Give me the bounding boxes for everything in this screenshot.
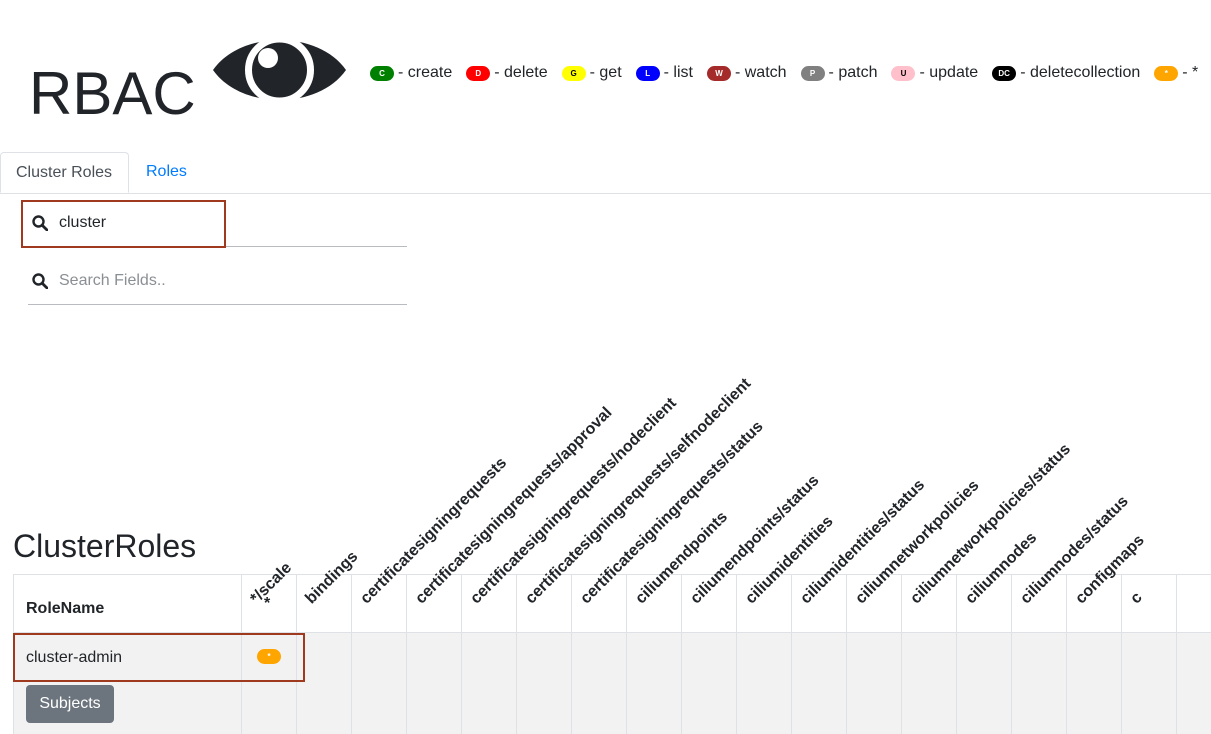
column-divider <box>461 574 462 734</box>
column-divider <box>1011 574 1012 734</box>
column-divider <box>681 574 682 734</box>
legend-label: - delete <box>494 64 548 81</box>
legend-item: U- update <box>891 64 978 82</box>
legend-label: - watch <box>734 64 787 81</box>
legend-badge: U <box>891 65 916 81</box>
legend-item: DC - deletecollection <box>992 64 1140 82</box>
legend-badge: D <box>466 65 491 81</box>
legend-item: W- watch <box>706 64 787 82</box>
legend-badge: P <box>800 65 825 81</box>
column-divider <box>736 574 737 734</box>
column-divider <box>626 574 627 734</box>
section-heading: ClusterRoles <box>13 528 197 564</box>
column-divider <box>901 574 902 734</box>
column-divider <box>1066 574 1067 734</box>
legend-badge: W <box>706 65 731 81</box>
legend-badge: C <box>370 65 394 81</box>
tab-cluster-roles[interactable]: Cluster Roles <box>0 152 129 193</box>
column-divider <box>406 574 407 734</box>
column-divider <box>956 574 957 734</box>
fields-search-input[interactable]: Search Fields.. <box>28 258 407 305</box>
legend-badge: L <box>635 65 660 81</box>
legend-item: G- get <box>561 64 622 82</box>
fields-search-placeholder: Search Fields.. <box>59 272 166 289</box>
legend-badge: DC <box>992 65 1017 81</box>
legend-item: C- create <box>370 64 452 82</box>
tab-roles[interactable]: Roles <box>131 152 202 193</box>
legend-item: * - * <box>1154 64 1198 82</box>
column-divider <box>1176 574 1177 734</box>
search-icon <box>32 273 49 294</box>
app-title: RBAC <box>29 60 196 127</box>
legend-label: - * <box>1182 64 1199 81</box>
legend-badge: * <box>1154 65 1179 81</box>
legend-item: D- delete <box>466 64 548 82</box>
row-highlight-box <box>13 633 305 682</box>
column-divider <box>571 574 572 734</box>
legend-label: - get <box>589 64 622 81</box>
legend-badge: G <box>561 65 586 81</box>
rolename-header: RoleName <box>26 600 105 617</box>
column-divider <box>846 574 847 734</box>
legend-label: - list <box>663 64 693 81</box>
verb-legend: C- create D - delete G - get L - list W - watch P… <box>370 64 1198 82</box>
tab-bar: Cluster Roles Roles <box>0 152 1211 194</box>
column-divider <box>791 574 792 734</box>
legend-label: - patch <box>828 64 878 81</box>
legend-label: - update <box>919 64 979 81</box>
legend-item: P- patch <box>800 64 878 82</box>
column-divider <box>516 574 517 734</box>
legend-label: - deletecollection <box>1020 64 1141 81</box>
legend-label: - create <box>398 64 453 81</box>
search-highlight-box <box>21 200 226 248</box>
column-divider <box>1121 574 1122 734</box>
column-divider <box>351 574 352 734</box>
subjects-button[interactable]: Subjects <box>26 685 114 723</box>
legend-item: L- list <box>635 64 693 82</box>
eye-icon <box>211 26 348 119</box>
